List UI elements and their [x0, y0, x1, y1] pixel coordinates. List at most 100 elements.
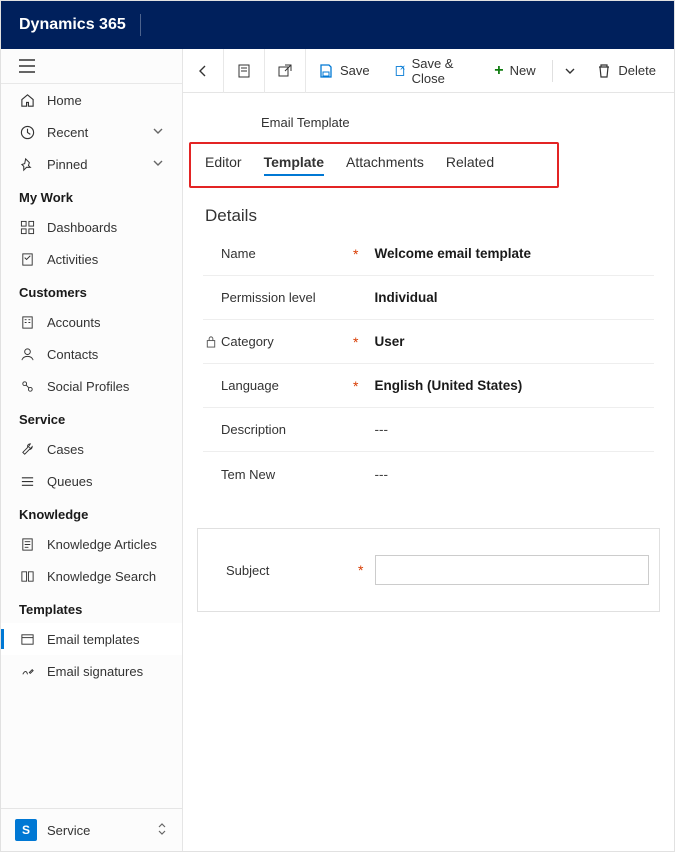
field-label: Subject: [226, 563, 269, 578]
field-value: Individual: [370, 290, 654, 305]
sidebar-group-knowledge: Knowledge: [1, 497, 182, 528]
field-permission[interactable]: Permission level * Individual: [203, 276, 654, 320]
clock-icon: [19, 124, 35, 140]
field-value: Welcome email template: [370, 246, 654, 261]
app-header: Dynamics 365: [1, 1, 674, 49]
sidebar-label: Recent: [47, 125, 88, 140]
area-switcher-icon: [156, 822, 168, 839]
required-marker: *: [353, 378, 358, 394]
plus-icon: +: [494, 62, 503, 80]
dashboard-icon: [19, 219, 35, 235]
tab-attachments[interactable]: Attachments: [346, 154, 424, 176]
sidebar-label: Queues: [47, 474, 93, 489]
form-button[interactable]: [224, 49, 265, 93]
sidebar-item-activities[interactable]: Activities: [1, 243, 182, 275]
field-value: User: [370, 334, 654, 349]
page-content: Email Template Editor Template Attachmen…: [183, 93, 674, 851]
signature-icon: [19, 663, 35, 679]
field-label: Name: [221, 246, 256, 261]
sidebar-label: Knowledge Search: [47, 569, 156, 584]
template-icon: [19, 631, 35, 647]
field-temnew[interactable]: Tem New * ---: [203, 452, 654, 496]
sidebar-label: Cases: [47, 442, 84, 457]
details-section: Name * Welcome email template Permission…: [197, 232, 660, 496]
sidebar-item-email-signatures[interactable]: Email signatures: [1, 655, 182, 687]
sidebar-group-service: Service: [1, 402, 182, 433]
tab-template[interactable]: Template: [264, 154, 324, 176]
sidebar-item-social[interactable]: Social Profiles: [1, 370, 182, 402]
person-icon: [19, 346, 35, 362]
field-label: Category: [221, 334, 274, 349]
required-marker: *: [353, 246, 358, 262]
delete-button[interactable]: Delete: [584, 49, 668, 93]
separator: [552, 60, 553, 82]
sidebar-item-home[interactable]: Home: [1, 84, 182, 116]
save-close-label: Save & Close: [412, 56, 471, 86]
field-label: Description: [221, 422, 286, 437]
pin-icon: [19, 156, 35, 172]
sidebar-group-templates: Templates: [1, 592, 182, 623]
new-button[interactable]: + New: [482, 49, 547, 93]
sidebar-item-contacts[interactable]: Contacts: [1, 338, 182, 370]
field-description[interactable]: Description * ---: [203, 408, 654, 452]
home-icon: [19, 92, 35, 108]
sidebar-label: Email signatures: [47, 664, 143, 679]
open-button[interactable]: [265, 49, 306, 93]
queue-icon: [19, 473, 35, 489]
tab-related[interactable]: Related: [446, 154, 494, 176]
field-language[interactable]: Language * English (United States): [203, 364, 654, 408]
new-dropdown-button[interactable]: [556, 49, 584, 93]
sidebar-footer[interactable]: S Service: [1, 808, 182, 851]
field-label: Permission level: [221, 290, 316, 305]
required-marker: *: [353, 334, 358, 350]
subject-input[interactable]: [375, 555, 649, 585]
sidebar-item-dashboards[interactable]: Dashboards: [1, 211, 182, 243]
section-title-details: Details: [199, 206, 660, 226]
form-icon: [236, 63, 252, 79]
field-category[interactable]: Category * User: [203, 320, 654, 364]
sidebar: Home Recent Pinned My Work Dashboards Ac…: [1, 49, 183, 851]
save-close-button[interactable]: Save & Close: [382, 49, 483, 93]
tabs-highlight-box: Editor Template Attachments Related: [189, 142, 559, 188]
trash-icon: [596, 63, 612, 79]
popout-icon: [277, 63, 293, 79]
wrench-icon: [19, 441, 35, 457]
back-button[interactable]: [183, 49, 224, 93]
tab-editor[interactable]: Editor: [205, 154, 242, 176]
book-icon: [19, 568, 35, 584]
sidebar-item-queues[interactable]: Queues: [1, 465, 182, 497]
social-icon: [19, 378, 35, 394]
sidebar-label: Contacts: [47, 347, 98, 362]
sidebar-item-cases[interactable]: Cases: [1, 433, 182, 465]
main-area: Save Save & Close + New Delete Email Tem…: [183, 49, 674, 851]
subject-section: Subject *: [197, 528, 660, 612]
new-label: New: [510, 63, 536, 78]
sidebar-item-knowledge-search[interactable]: Knowledge Search: [1, 560, 182, 592]
sidebar-item-accounts[interactable]: Accounts: [1, 306, 182, 338]
field-name[interactable]: Name * Welcome email template: [203, 232, 654, 276]
header-divider: [140, 14, 141, 36]
sidebar-item-recent[interactable]: Recent: [1, 116, 182, 148]
save-button[interactable]: Save: [306, 49, 382, 93]
save-label: Save: [340, 63, 370, 78]
field-label: Language: [221, 378, 279, 393]
sidebar-label: Accounts: [47, 315, 100, 330]
delete-label: Delete: [618, 63, 656, 78]
sidebar-item-knowledge-articles[interactable]: Knowledge Articles: [1, 528, 182, 560]
field-value: English (United States): [370, 378, 654, 393]
hamburger-icon: [19, 59, 35, 73]
chevron-down-icon: [564, 65, 576, 77]
chevron-down-icon: [152, 125, 164, 140]
sidebar-item-email-templates[interactable]: Email templates: [1, 623, 182, 655]
sidebar-group-customers: Customers: [1, 275, 182, 306]
sidebar-label: Dashboards: [47, 220, 117, 235]
clipboard-icon: [19, 251, 35, 267]
area-badge: S: [15, 819, 37, 841]
sidebar-label: Knowledge Articles: [47, 537, 157, 552]
sidebar-item-pinned[interactable]: Pinned: [1, 148, 182, 180]
sidebar-label: Activities: [47, 252, 98, 267]
save-icon: [318, 63, 334, 79]
required-marker: *: [358, 562, 363, 578]
field-subject: Subject *: [208, 543, 649, 597]
hamburger-button[interactable]: [1, 49, 182, 84]
